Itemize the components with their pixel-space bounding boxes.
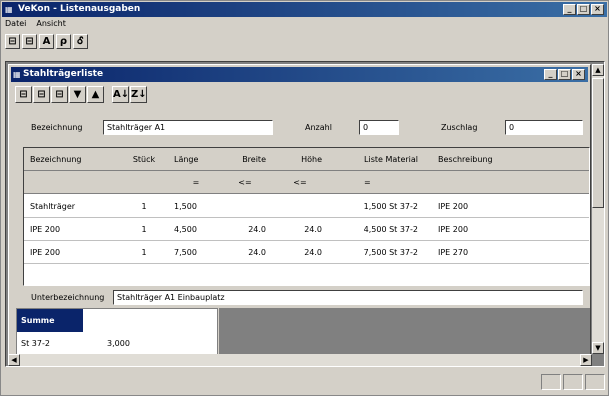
table-cell: 4,500 St 37-2 [363, 225, 418, 234]
child-maximize-button[interactable]: □ [558, 69, 571, 80]
child-toolbar-button-2[interactable]: ⊟ [33, 86, 50, 103]
grid-filter-row: = <= <= = [24, 171, 589, 194]
horizontal-scrollbar[interactable]: ◀ ▶ [8, 354, 592, 366]
column-header-laenge[interactable]: Länge [168, 148, 218, 170]
summary-header[interactable]: Summe Anzahl [17, 309, 83, 348]
table-cell: Stahlträger [30, 202, 76, 211]
status-panel [541, 374, 561, 390]
table-cell: 24.0 [248, 225, 266, 234]
vertical-scrollbar[interactable]: ▲ ▼ [592, 64, 604, 354]
unterbezeichnung-label: Unterbezeichnung [31, 293, 105, 302]
child-titlebar: ▦ Stahlträgerliste _ □ × [11, 67, 588, 82]
mdi-area: ▦ Stahlträgerliste _ □ × ⊟ ⊟ ⊟ ▼ ▲ A↓ Z↓… [5, 61, 605, 367]
table-cell: 24.0 [248, 248, 266, 257]
table-cell: IPE 200 [438, 202, 469, 211]
anzahl-label: Anzahl [305, 123, 332, 132]
move-down-button[interactable]: ▼ [69, 86, 86, 103]
table-cell: 24.0 [304, 225, 322, 234]
table-row[interactable]: Stahlträger 1 1,500 1,500 St 37-2 IPE 20… [24, 195, 589, 218]
filter-cell[interactable] [24, 171, 120, 193]
table-cell: 1,500 [174, 202, 197, 211]
main-toolbar: ⊟ ⊟ A ρ Ꮄ [5, 34, 88, 49]
results-grid: Bezeichnung Stück Länge Breite Höhe List… [23, 147, 590, 286]
table-row[interactable]: IPE 200 1 4,500 24.0 24.0 4,500 St 37-2 … [24, 218, 589, 241]
filter-cell[interactable]: <= [218, 171, 272, 193]
grid-header: Bezeichnung Stück Länge Breite Höhe List… [24, 148, 589, 171]
filter-cell[interactable]: = [168, 171, 218, 193]
summary-row[interactable]: St 37-2 3,000 [17, 333, 217, 355]
app-title: VeKon - Listenausgaben [18, 4, 141, 14]
child-toolbar-button-3[interactable]: ⊟ [51, 86, 68, 103]
child-toolbar-button-1[interactable]: ⊟ [15, 86, 32, 103]
table-cell [272, 195, 328, 217]
sort-ascending-button[interactable]: A↓ [112, 86, 129, 103]
table-cell: 7,500 [174, 248, 197, 257]
sort-descending-button[interactable]: Z↓ [130, 86, 147, 103]
table-row[interactable]: IPE 200 1 7,500 24.0 24.0 7,500 St 37-2 … [24, 241, 589, 264]
table-cell: IPE 200 [30, 225, 61, 234]
filter-cell[interactable]: <= [272, 171, 328, 193]
minimize-button[interactable]: _ [563, 4, 576, 15]
column-header-stueck[interactable]: Stück [120, 148, 168, 170]
scroll-left-icon[interactable]: ◀ [8, 354, 20, 366]
unterbezeichnung-field[interactable]: Stahlträger A1 Einbauplatz [113, 290, 583, 305]
bezeichnung-label: Bezeichnung [31, 123, 83, 132]
table-cell: 7,500 St 37-2 [363, 248, 418, 257]
column-header-material[interactable]: Liste Material [328, 148, 424, 170]
child-close-button[interactable]: × [572, 69, 585, 80]
app-window: ▦ VeKon - Listenausgaben _ □ × Datei Ans… [0, 0, 609, 396]
filter-cell[interactable] [120, 171, 168, 193]
status-panel [563, 374, 583, 390]
toolbar-button-1[interactable]: ⊟ [5, 34, 20, 49]
close-button[interactable]: × [591, 4, 604, 15]
scroll-up-icon[interactable]: ▲ [592, 64, 604, 76]
child-title: Stahlträgerliste [23, 69, 104, 79]
filter-cell[interactable] [424, 171, 589, 193]
table-cell [218, 195, 272, 217]
table-cell: 1 [141, 225, 147, 234]
app-icon[interactable]: ▦ [5, 5, 14, 14]
menubar: Datei Ansicht [5, 19, 66, 31]
menu-ansicht[interactable]: Ansicht [36, 19, 66, 31]
menu-datei[interactable]: Datei [5, 19, 26, 31]
table-cell: 1,500 St 37-2 [363, 202, 418, 211]
statusbar [3, 372, 607, 392]
table-cell: IPE 270 [438, 248, 469, 257]
column-header-beschreibung[interactable]: Beschreibung [424, 148, 589, 170]
column-header-hoehe[interactable]: Höhe [272, 148, 328, 170]
column-header-breite[interactable]: Breite [218, 148, 272, 170]
child-icon[interactable]: ▦ [13, 70, 22, 79]
scroll-down-icon[interactable]: ▼ [592, 342, 604, 354]
table-cell: 1 [141, 202, 147, 211]
filter-cell[interactable]: = [328, 171, 424, 193]
anzahl-field[interactable]: 0 [359, 120, 399, 135]
child-minimize-button[interactable]: _ [544, 69, 557, 80]
move-up-button[interactable]: ▲ [87, 86, 104, 103]
toolbar-button-5[interactable]: Ꮄ [73, 34, 88, 49]
child-toolbar: ⊟ ⊟ ⊟ ▼ ▲ A↓ Z↓ [15, 86, 147, 103]
app-titlebar: ▦ VeKon - Listenausgaben _ □ × [2, 2, 607, 17]
toolbar-button-4[interactable]: ρ [56, 34, 71, 49]
table-cell: IPE 200 [30, 248, 61, 257]
toolbar-button-3[interactable]: A [39, 34, 54, 49]
zuschlag-field[interactable]: 0 [505, 120, 583, 135]
table-cell: IPE 200 [438, 225, 469, 234]
status-panel [585, 374, 605, 390]
table-cell: 4,500 [174, 225, 197, 234]
table-cell: 24.0 [304, 248, 322, 257]
table-cell: 1 [141, 248, 147, 257]
summary-value: 3,000 [107, 339, 130, 348]
zuschlag-label: Zuschlag [441, 123, 478, 132]
child-window: ▦ Stahlträgerliste _ □ × ⊟ ⊟ ⊟ ▼ ▲ A↓ Z↓… [8, 64, 591, 366]
summary-material: St 37-2 [21, 339, 50, 348]
scroll-right-icon[interactable]: ▶ [580, 354, 592, 366]
bezeichnung-field[interactable]: Stahlträger A1 [103, 120, 273, 135]
scroll-thumb[interactable] [592, 78, 604, 208]
maximize-button[interactable]: □ [577, 4, 590, 15]
column-header-bezeichnung[interactable]: Bezeichnung [24, 148, 120, 170]
toolbar-button-2[interactable]: ⊟ [22, 34, 37, 49]
